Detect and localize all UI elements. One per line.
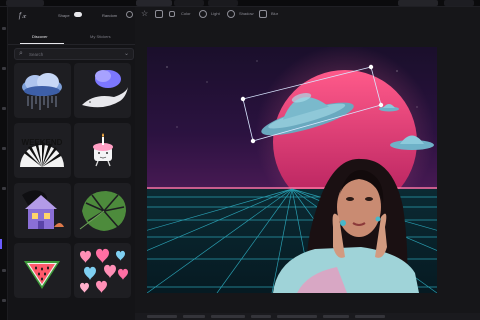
color-icon[interactable] [169,11,175,17]
layer-strip [135,313,480,320]
light-icon[interactable] [199,10,207,18]
shadow-icon[interactable] [227,10,235,18]
export-button[interactable] [398,0,438,6]
rail-active-indicator [0,239,2,249]
canvas-area: ☆ Color Light Shadow Blur [135,7,480,320]
toolbar-label: Light [211,11,220,16]
artwork [147,47,437,293]
rail-item[interactable] [2,299,6,302]
function-icon[interactable]: ƒ𝓍 [18,11,26,21]
search-input[interactable] [29,50,119,59]
layer-chip[interactable] [355,315,385,318]
title-bar [0,0,480,7]
document-tab[interactable] [174,0,204,6]
artboard[interactable] [147,47,437,293]
sticker-tile-watermelon[interactable] [14,243,71,298]
svg-text:WEEKEND: WEEKEND [22,138,63,147]
layer-chip[interactable] [147,315,177,318]
layer-chip[interactable] [277,315,317,318]
layer-chip[interactable] [211,315,245,318]
active-tab-underline [20,43,64,44]
sticker-library-panel: ƒ𝓍 Shape Random Discover My Stickers ⌕ ⌄ [8,7,135,320]
blur-icon[interactable] [259,10,267,18]
star-icon[interactable]: ☆ [141,9,148,18]
rail-item[interactable] [2,67,6,70]
rail-item[interactable] [2,107,6,110]
layer-chip[interactable] [183,315,205,318]
share-button[interactable] [444,0,474,6]
rail-item[interactable] [2,147,6,150]
document-tab[interactable] [208,0,238,6]
blend-icon[interactable] [155,10,163,18]
search-icon: ⌕ [19,50,23,57]
sticker-tile-house[interactable] [14,183,71,238]
toolbar-label: Color [181,11,191,16]
sticker-tile-hearts[interactable] [74,243,131,298]
toolbar-label: Blur [271,11,279,16]
shape-label: Shape [58,13,70,18]
sticker-tile-monstera[interactable] [74,183,131,238]
layer-chip[interactable] [251,315,271,318]
sticker-tile-storm-cloud[interactable] [14,63,71,118]
tab-discover[interactable]: Discover [32,34,48,39]
panel-header: ƒ𝓍 Shape Random [8,7,135,25]
sticker-tile-whale[interactable] [74,63,131,118]
layer-chip[interactable] [323,315,349,318]
shape-toggle[interactable] [74,12,82,17]
rail-item[interactable] [2,27,6,30]
library-tabs: Discover My Stickers [8,31,135,45]
tool-rail [0,7,8,320]
rail-item[interactable] [2,269,6,272]
chevron-down-icon[interactable]: ⌄ [124,50,129,57]
random-label: Random [102,13,118,18]
sticker-tile-cake[interactable] [74,123,131,178]
rail-item[interactable] [2,187,6,190]
toolbar-label: Shadow [239,11,254,16]
project-title-pill[interactable] [6,0,44,6]
randomize-icon[interactable] [126,11,133,18]
document-tab-active[interactable] [136,0,172,6]
sticker-search: ⌕ ⌄ [14,48,134,60]
canvas-toolbar: ☆ Color Light Shadow Blur [135,7,480,25]
sticker-tile-weekend[interactable]: WEEKEND [14,123,71,178]
tab-my-stickers[interactable]: My Stickers [90,34,111,39]
